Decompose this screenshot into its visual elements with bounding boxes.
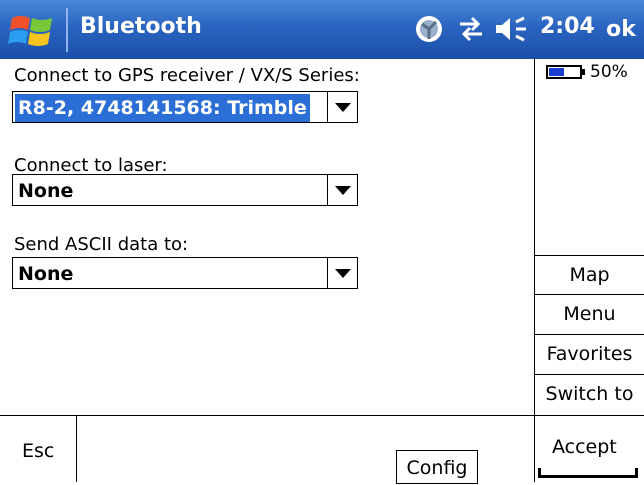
battery-percent: 50% bbox=[590, 62, 628, 82]
softkey-separator-right bbox=[534, 416, 535, 482]
laser-dropdown[interactable]: None bbox=[12, 174, 358, 206]
battery-icon bbox=[546, 65, 585, 79]
title-bar: Bluetooth 2:04 ok bbox=[0, 0, 644, 59]
esc-softkey[interactable]: Esc bbox=[22, 440, 54, 462]
dropdown-arrow-icon[interactable] bbox=[327, 175, 357, 205]
gps-status-icon[interactable] bbox=[414, 12, 444, 46]
ok-button[interactable]: ok bbox=[598, 8, 644, 52]
switch-to-button[interactable]: Switch to bbox=[535, 374, 644, 413]
ascii-label: Send ASCII data to: bbox=[14, 234, 189, 255]
softkey-separator-left bbox=[76, 416, 77, 482]
accept-enter-indicator bbox=[538, 468, 638, 478]
windows-start-icon[interactable] bbox=[8, 10, 58, 52]
connectivity-icon[interactable] bbox=[456, 12, 486, 46]
title-separator bbox=[66, 8, 68, 52]
ascii-value: None bbox=[18, 263, 74, 285]
dropdown-arrow-icon[interactable] bbox=[327, 92, 357, 122]
gps-receiver-label: Connect to GPS receiver / VX/S Series: bbox=[14, 65, 360, 86]
clock-time[interactable]: 2:04 bbox=[540, 14, 595, 39]
window-title: Bluetooth bbox=[80, 14, 202, 39]
laser-label: Connect to laser: bbox=[14, 155, 168, 176]
dropdown-arrow-icon[interactable] bbox=[327, 258, 357, 288]
bluetooth-form: Connect to GPS receiver / VX/S Series: R… bbox=[0, 59, 534, 415]
laser-value: None bbox=[18, 180, 74, 202]
menu-button[interactable]: Menu bbox=[535, 294, 644, 333]
accept-softkey[interactable]: Accept bbox=[552, 436, 617, 458]
speaker-volume-icon[interactable] bbox=[494, 12, 532, 46]
favorites-button[interactable]: Favorites bbox=[535, 334, 644, 373]
gps-receiver-dropdown[interactable]: R8-2, 4748141568: Trimble bbox=[12, 91, 358, 123]
map-button[interactable]: Map bbox=[535, 255, 644, 294]
gps-receiver-value: R8-2, 4748141568: Trimble bbox=[15, 94, 310, 122]
ascii-dropdown[interactable]: None bbox=[12, 257, 358, 289]
config-button[interactable]: Config bbox=[396, 450, 478, 484]
bottom-divider bbox=[0, 415, 644, 416]
